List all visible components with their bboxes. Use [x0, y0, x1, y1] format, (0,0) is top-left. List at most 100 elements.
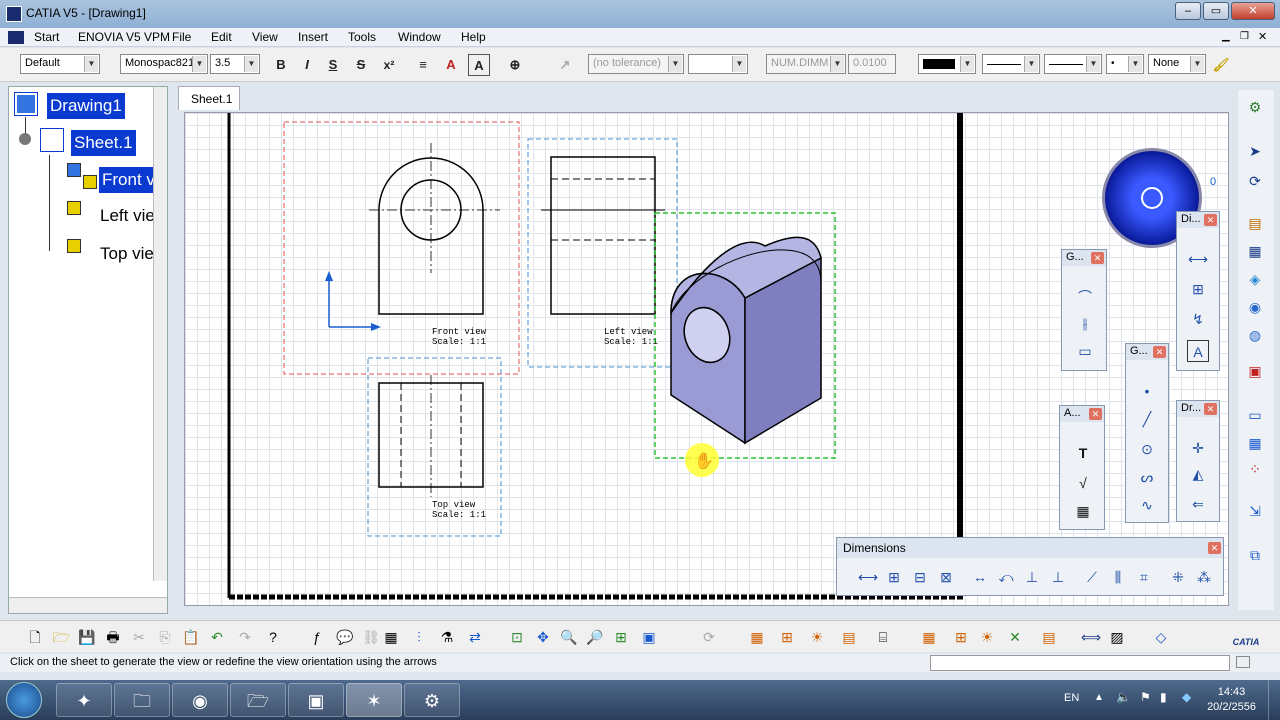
stacked-dimension-icon[interactable]: ⊠: [935, 566, 957, 588]
table-icon[interactable]: ▦: [380, 626, 402, 648]
line-icon[interactable]: ╱: [1136, 408, 1158, 430]
system-clock[interactable]: 14:43 20/2/2556: [1207, 685, 1256, 715]
sheet-nav-icon[interactable]: ⟳: [1244, 170, 1266, 192]
move-icon[interactable]: ⟺: [1080, 626, 1102, 648]
doc-restore-button[interactable]: ❐: [1240, 31, 1249, 42]
point-icon[interactable]: •: [1136, 380, 1158, 402]
color-select[interactable]: ▼: [918, 54, 976, 74]
arc-icon[interactable]: ⌒: [1074, 286, 1096, 308]
point-style-select[interactable]: • ▼: [1106, 54, 1144, 74]
close-icon[interactable]: ✕: [1089, 408, 1102, 420]
chamfer-dimension-icon[interactable]: ⟋: [1081, 566, 1103, 588]
swap-icon[interactable]: ⇄: [464, 626, 486, 648]
show-desktop-button[interactable]: [1268, 680, 1280, 720]
linetype-select[interactable]: ▼: [982, 54, 1040, 74]
zoom-out-icon[interactable]: 🔎: [584, 626, 606, 648]
dimensioning-palette[interactable]: Di... ✕ ⟷ ⊞ ↯ A: [1176, 211, 1220, 371]
menu-enovia[interactable]: ENOVIA V5 VPM: [78, 30, 170, 44]
lock-icon[interactable]: ⛓: [360, 626, 382, 648]
hole-table-icon[interactable]: ⁜: [1167, 566, 1189, 588]
detect-icon[interactable]: ☀: [976, 626, 998, 648]
view-icon[interactable]: ▣: [638, 626, 660, 648]
constraint-icon[interactable]: ✕: [1004, 626, 1026, 648]
profile-icon[interactable]: ᔕ: [1136, 466, 1158, 488]
precision-select[interactable]: 0.0100: [848, 54, 896, 74]
new-icon[interactable]: 🗋: [24, 626, 46, 648]
copy-icon[interactable]: ⎘: [154, 626, 176, 648]
tolerance-icon[interactable]: ↯: [1187, 308, 1209, 330]
symbol-icon[interactable]: ⊕: [504, 54, 526, 76]
print-icon[interactable]: 🖶: [102, 626, 124, 648]
tree-node-sheet[interactable]: Sheet.1: [71, 130, 136, 156]
redo-icon[interactable]: ↷: [234, 626, 256, 648]
thread-dimension-icon[interactable]: ⫼: [1107, 566, 1129, 588]
open-icon[interactable]: 🗁: [50, 626, 72, 648]
strikethrough-button[interactable]: S: [350, 54, 372, 76]
view-wizard-icon[interactable]: ▣: [1244, 360, 1266, 382]
select-arrow-icon[interactable]: ➤: [1244, 140, 1266, 162]
tree-horizontal-scrollbar[interactable]: [9, 597, 167, 613]
roughness-icon[interactable]: √: [1072, 472, 1094, 494]
frame-icon[interactable]: A: [468, 54, 490, 76]
text-frame-icon[interactable]: A: [1187, 340, 1209, 362]
chained-dimension-icon[interactable]: ⊞: [883, 566, 905, 588]
angle-dimension-icon[interactable]: ⤺: [995, 566, 1017, 588]
taskbar-app-recorder[interactable]: ⚙: [404, 683, 460, 717]
points-table-icon[interactable]: ⁂: [1193, 566, 1215, 588]
length-dimension-icon[interactable]: ↔: [969, 566, 991, 588]
close-icon[interactable]: ✕: [1204, 214, 1217, 226]
cut-icon[interactable]: ✂: [128, 626, 150, 648]
rectangle-icon[interactable]: ▭: [1244, 404, 1266, 426]
thickness-select[interactable]: ▼: [1044, 54, 1102, 74]
filter-icon[interactable]: ⌸: [872, 626, 894, 648]
constraints-icon[interactable]: ▤: [838, 626, 860, 648]
zoom-area-icon[interactable]: ⊞: [610, 626, 632, 648]
annotations-palette[interactable]: A... ✕ T √ ▦: [1059, 405, 1105, 530]
layers-icon[interactable]: ⧉: [1244, 544, 1266, 566]
menu-window[interactable]: Window: [398, 30, 441, 44]
tree-expander[interactable]: [19, 133, 31, 145]
flag-icon[interactable]: ⚑: [1140, 690, 1151, 704]
points-icon[interactable]: ⁘: [1244, 458, 1266, 480]
workbench-icon[interactable]: ⚙: [1244, 96, 1266, 118]
tolerance-value-select[interactable]: ▼: [688, 54, 748, 74]
center-mark-icon[interactable]: ✛: [1187, 437, 1209, 459]
fit-all-icon[interactable]: ⊡: [506, 626, 528, 648]
network-icon[interactable]: ▮: [1160, 690, 1167, 704]
underline-button[interactable]: S: [322, 54, 344, 76]
3d-view-icon[interactable]: ◇: [1150, 626, 1172, 648]
geometry-palette-2[interactable]: G... ✕ • ╱ ⊙ ᔕ ∿: [1125, 343, 1169, 523]
bold-button[interactable]: B: [270, 54, 292, 76]
tree-node-left-view[interactable]: Left vie: [97, 203, 158, 229]
clipping-icon[interactable]: ◍: [1244, 324, 1266, 346]
align-icon[interactable]: ≡: [412, 54, 434, 76]
font-size-select[interactable]: 3.5 ▼: [210, 54, 260, 74]
tree-node-drawing[interactable]: Drawing1: [47, 93, 125, 119]
doc-minimize-button[interactable]: ▁: [1222, 31, 1230, 42]
grid-icon[interactable]: ▦: [746, 626, 768, 648]
arrow-icon[interactable]: ⇐: [1187, 493, 1209, 515]
tree-icon[interactable]: ⫶: [408, 626, 430, 648]
circle-icon[interactable]: ⊙: [1136, 438, 1158, 460]
taskbar-app-folder[interactable]: 🗁: [230, 683, 286, 717]
cumulated-dimension-icon[interactable]: ⊟: [909, 566, 931, 588]
symmetry-icon[interactable]: ⫲: [1074, 312, 1096, 334]
zoom-in-icon[interactable]: 🔍: [558, 626, 580, 648]
dropbox-icon[interactable]: ◆: [1182, 690, 1191, 704]
menu-start[interactable]: Start: [34, 30, 59, 44]
language-indicator[interactable]: EN: [1064, 692, 1079, 704]
taskbar-app-catia-launcher[interactable]: ✦: [56, 683, 112, 717]
minimize-button[interactable]: ‒: [1175, 2, 1201, 20]
painter-icon[interactable]: 🖌: [1210, 54, 1232, 76]
pattern-select[interactable]: None ▼: [1148, 54, 1206, 74]
tree-node-top-view[interactable]: Top vie: [97, 241, 157, 267]
pan-icon[interactable]: ✥: [532, 626, 554, 648]
save-icon[interactable]: 💾: [76, 626, 98, 648]
menu-help[interactable]: Help: [461, 30, 486, 44]
knowledge-icon[interactable]: 💬: [334, 626, 356, 648]
geometry-palette-1[interactable]: G... ✕ ⌒ ⫲ ▭: [1061, 249, 1107, 371]
snap-icon[interactable]: ⊞: [776, 626, 798, 648]
menu-insert[interactable]: Insert: [298, 30, 328, 44]
dress-up-palette[interactable]: Dr... ✕ ✛ ◭ ⇐: [1176, 400, 1220, 522]
close-icon[interactable]: ✕: [1204, 403, 1217, 415]
